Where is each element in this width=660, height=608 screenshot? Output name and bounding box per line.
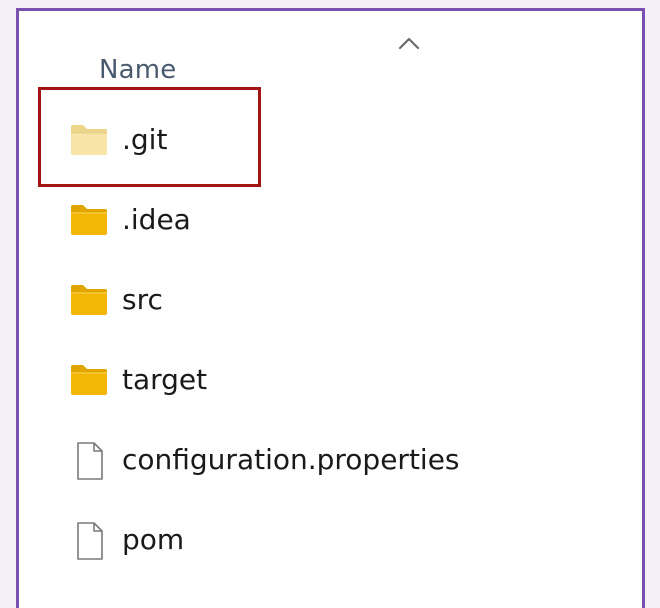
file-row-src[interactable]: src	[69, 277, 609, 321]
file-row-idea[interactable]: .idea	[69, 197, 609, 241]
document-icon	[69, 441, 109, 480]
folder-icon	[69, 201, 109, 237]
file-name: .git	[122, 122, 168, 156]
folder-icon	[69, 361, 109, 397]
file-row-target[interactable]: target	[69, 357, 609, 401]
file-name: pom	[122, 522, 185, 556]
file-row-git[interactable]: .git	[69, 117, 609, 161]
file-name: target	[122, 362, 208, 396]
document-icon	[69, 521, 109, 560]
file-row-configuration-properties[interactable]: configuration.properties	[69, 437, 609, 481]
file-name: .idea	[122, 202, 191, 236]
sort-ascending-chevron-icon[interactable]	[397, 35, 421, 51]
file-row-pom[interactable]: pom	[69, 517, 609, 561]
file-name: src	[122, 282, 163, 316]
file-explorer-pane: Name .git .idea src target configuration…	[16, 8, 645, 608]
folder-icon	[69, 281, 109, 317]
file-name: configuration.properties	[122, 442, 460, 476]
folder-icon	[69, 121, 109, 157]
name-column-header[interactable]: Name	[99, 55, 177, 85]
